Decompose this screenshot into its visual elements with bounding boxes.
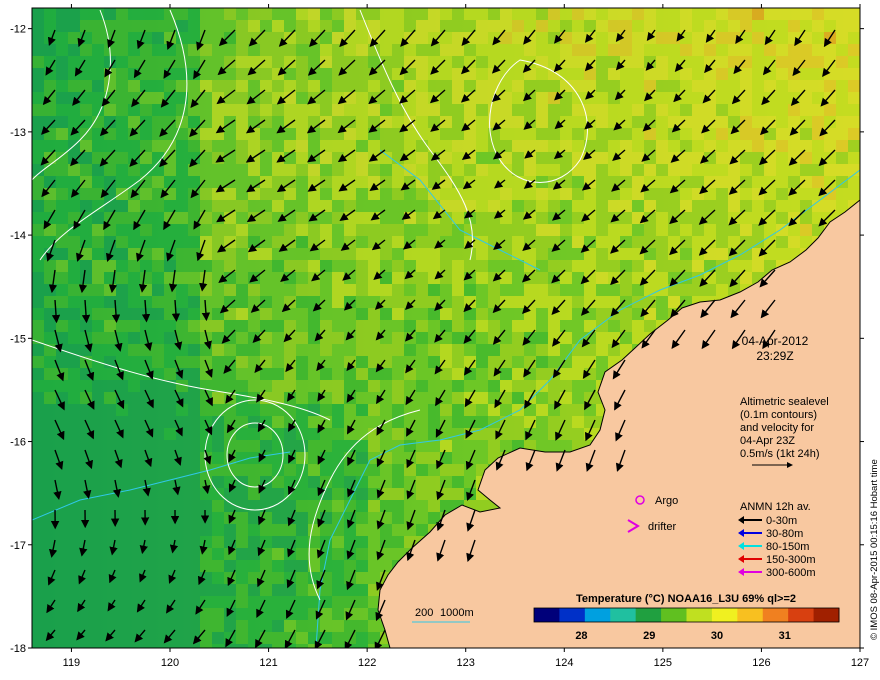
- anmn-legend-label: 80-150m: [766, 541, 809, 553]
- sst-map: -12 -13 -14 -15 -16 -17 -18 119 120 121 122 123 124…: [10, 4, 880, 669]
- svg-text:200: 200: [415, 607, 433, 619]
- y-tick-label: -13: [10, 127, 26, 139]
- colorbar-cell: [813, 608, 840, 622]
- x-tick-label: 126: [752, 657, 770, 669]
- svg-text:1000m: 1000m: [440, 607, 474, 619]
- colorbar-tick-label: 31: [779, 630, 791, 642]
- y-tick-label: -14: [10, 230, 26, 242]
- anmn-legend-label: 0-30m: [766, 515, 797, 527]
- y-tick-label: -16: [10, 437, 26, 449]
- colorbar-cell: [661, 608, 687, 622]
- colorbar-title: Temperature (°C) NOAA16_L3U 69% ql>=2: [576, 593, 796, 605]
- x-tick-label: 120: [161, 657, 179, 669]
- anmn-legend-label: 150-300m: [766, 554, 816, 566]
- svg-text:(0.1m contours): (0.1m contours): [740, 409, 817, 421]
- colorbar-cell: [635, 608, 662, 622]
- svg-text:0.5m/s (1kt 24h): 0.5m/s (1kt 24h): [740, 448, 819, 460]
- colorbar-cell: [584, 608, 611, 622]
- svg-text:Altimetric sealevel: Altimetric sealevel: [740, 396, 829, 408]
- svg-text:and velocity for: and velocity for: [740, 422, 814, 434]
- colorbar-cell: [711, 608, 738, 622]
- x-tick-label: 125: [654, 657, 672, 669]
- colorbar-tick-label: 28: [575, 630, 587, 642]
- colorbar-cell: [559, 608, 586, 622]
- plot-area: [32, 8, 860, 648]
- y-tick-label: -12: [10, 24, 26, 36]
- x-tick-label: 122: [358, 657, 376, 669]
- date-label: 04-Apr-2012: [742, 334, 809, 348]
- colorbar-tick-label: 29: [643, 630, 655, 642]
- y-tick-label: -15: [10, 333, 26, 345]
- colorbar-cell: [737, 608, 764, 622]
- x-tick-label: 123: [457, 657, 475, 669]
- x-tick-label: 127: [851, 657, 869, 669]
- anmn-legend-label: 30-80m: [766, 528, 803, 540]
- svg-text:04-Apr 23Z: 04-Apr 23Z: [740, 435, 795, 447]
- colorbar-tick-label: 30: [711, 630, 723, 642]
- colorbar-cell: [534, 608, 560, 622]
- svg-text:drifter: drifter: [648, 521, 676, 533]
- x-tick-label: 121: [259, 657, 277, 669]
- time-label: 23:29Z: [756, 349, 793, 363]
- x-tick-label: 124: [555, 657, 573, 669]
- y-tick-label: -18: [10, 643, 26, 655]
- credit-text: © IMOS 08-Apr-2015 00:15:16 Hobart time: [869, 459, 880, 640]
- colorbar-cell: [686, 608, 713, 622]
- y-tick-label: -17: [10, 540, 26, 552]
- x-tick-label: 119: [63, 657, 81, 669]
- svg-text:ANMN 12h av.: ANMN 12h av.: [740, 501, 811, 513]
- anmn-legend-label: 300-600m: [766, 567, 816, 579]
- colorbar-cell: [788, 608, 815, 622]
- svg-text:Argo: Argo: [655, 495, 678, 507]
- colorbar-cell: [610, 608, 637, 622]
- colorbar-cell: [762, 608, 789, 622]
